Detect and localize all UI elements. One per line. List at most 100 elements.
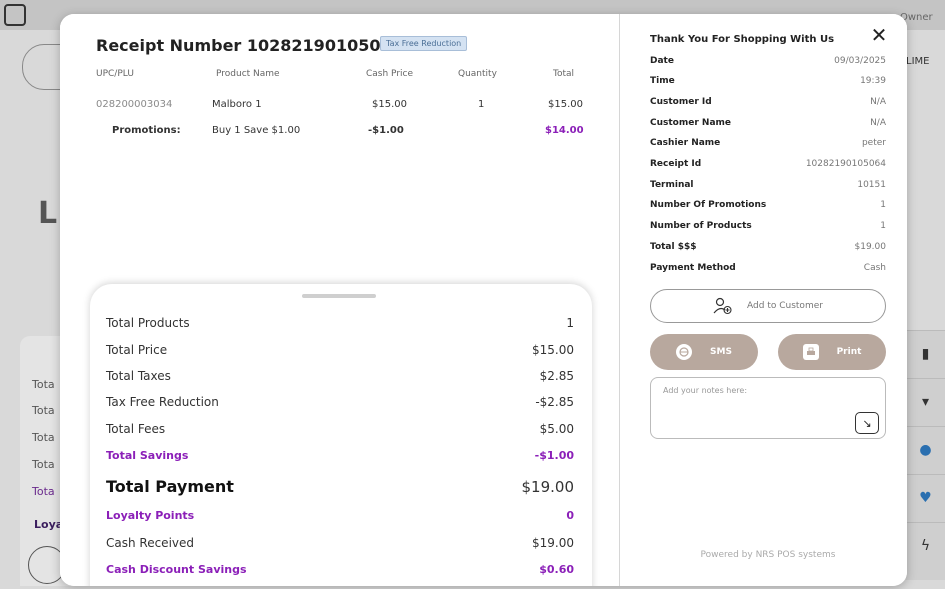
sms-button[interactable]: SMS bbox=[650, 334, 758, 370]
detail-label: Receipt Id bbox=[650, 159, 702, 169]
summary-value: -$2.85 bbox=[535, 395, 574, 409]
send-arrow-icon[interactable]: ↘ bbox=[855, 412, 879, 434]
promotions-label: Promotions: bbox=[112, 125, 181, 136]
detail-value: 19:39 bbox=[860, 76, 886, 86]
item-name: Malboro 1 bbox=[212, 99, 262, 110]
receipt-modal: Receipt Number 10282190105064 Tax Free R… bbox=[60, 14, 907, 586]
detail-cashier-name: Cashier Name peter bbox=[650, 138, 886, 148]
detail-time: Time 19:39 bbox=[650, 76, 886, 86]
add-user-icon bbox=[713, 297, 732, 315]
detail-receipt-id: Receipt Id 10282190105064 bbox=[650, 159, 886, 169]
receipt-details-pane: ✕ Thank You For Shopping With Us Date 09/… bbox=[619, 14, 907, 586]
column-header-quantity: Quantity bbox=[458, 69, 497, 79]
home-icon bbox=[4, 4, 26, 26]
detail-label: Payment Method bbox=[650, 263, 736, 273]
summary-loyalty-points: Loyalty Points 0 bbox=[106, 509, 574, 522]
summary-total-taxes: Total Taxes $2.85 bbox=[106, 369, 574, 383]
item-total: $15.00 bbox=[548, 99, 583, 110]
summary-label: Tax Free Reduction bbox=[106, 395, 219, 409]
summary-label: Total Taxes bbox=[106, 369, 171, 383]
notes-input[interactable] bbox=[651, 378, 885, 438]
promotion-discount: -$1.00 bbox=[368, 125, 404, 136]
detail-label: Time bbox=[650, 76, 675, 86]
summary-value: $19.00 bbox=[532, 536, 574, 550]
summary-total-fees: Total Fees $5.00 bbox=[106, 422, 574, 436]
sms-label: SMS bbox=[710, 347, 732, 357]
detail-value: 10282190105064 bbox=[805, 159, 886, 169]
background-total-label: Tota bbox=[32, 485, 55, 498]
print-button[interactable]: Print bbox=[778, 334, 886, 370]
tax-free-badge: Tax Free Reduction bbox=[380, 36, 468, 51]
detail-customer-id: Customer Id N/A bbox=[650, 97, 886, 107]
item-quantity: 1 bbox=[478, 99, 485, 110]
summary-value: $5.00 bbox=[539, 422, 574, 436]
detail-label: Cashier Name bbox=[650, 138, 721, 148]
globe-icon bbox=[676, 344, 693, 360]
detail-value: 1 bbox=[880, 200, 886, 210]
item-price: $15.00 bbox=[372, 99, 407, 110]
summary-label: Loyalty Points bbox=[106, 509, 195, 522]
detail-label: Number Of Promotions bbox=[650, 200, 767, 210]
background-loyalty-label: Loya bbox=[34, 518, 64, 531]
background-total-label: Tota bbox=[32, 458, 55, 471]
summary-cash-discount-savings: Cash Discount Savings $0.60 bbox=[106, 563, 574, 576]
summary-value: $0.60 bbox=[539, 563, 574, 576]
background-total-label: Tota bbox=[32, 378, 55, 391]
detail-label: Total $$$ bbox=[650, 242, 697, 252]
summary-value: 1 bbox=[566, 316, 574, 330]
promotion-name: Buy 1 Save $1.00 bbox=[212, 125, 301, 136]
powered-by-footer: Powered by NRS POS systems bbox=[700, 550, 836, 560]
detail-label: Customer Id bbox=[650, 97, 712, 107]
summary-total-savings: Total Savings -$1.00 bbox=[106, 449, 574, 462]
summary-label: Cash Received bbox=[106, 536, 195, 550]
detail-value: 10151 bbox=[857, 180, 886, 190]
summary-tax-free-reduction: Tax Free Reduction -$2.85 bbox=[106, 395, 574, 409]
close-icon[interactable]: ✕ bbox=[868, 24, 890, 46]
receipt-items-pane: Receipt Number 10282190105064 Tax Free R… bbox=[60, 14, 619, 586]
summary-label: Total Price bbox=[106, 343, 168, 357]
receipt-title: Receipt Number 10282190105064 bbox=[96, 36, 403, 55]
column-header-total: Total bbox=[553, 69, 575, 79]
background-total-label: Tota bbox=[32, 404, 55, 417]
summary-value: 0 bbox=[566, 509, 574, 522]
add-to-customer-label: Add to Customer bbox=[747, 301, 823, 311]
detail-label: Customer Name bbox=[650, 118, 731, 128]
summary-value: $15.00 bbox=[532, 343, 574, 357]
summary-total-products: Total Products 1 bbox=[106, 316, 574, 330]
add-to-customer-button[interactable]: Add to Customer bbox=[650, 289, 886, 323]
detail-number-of-promotions: Number Of Promotions 1 bbox=[650, 200, 886, 210]
detail-payment-method: Payment Method Cash bbox=[650, 263, 886, 273]
print-label: Print bbox=[836, 347, 862, 357]
summary-label: Total Fees bbox=[106, 422, 166, 436]
summary-cash-received: Cash Received $19.00 bbox=[106, 536, 574, 550]
summary-value: $2.85 bbox=[539, 369, 574, 383]
summary-label: Cash Discount Savings bbox=[106, 563, 247, 576]
detail-label: Number of Products bbox=[650, 221, 752, 231]
detail-value: Cash bbox=[863, 263, 886, 273]
background-bolt-icon: ϟ bbox=[906, 522, 945, 568]
detail-value: 09/03/2025 bbox=[834, 56, 886, 66]
column-header-product: Product Name bbox=[216, 69, 280, 79]
sheet-drag-handle[interactable] bbox=[302, 294, 376, 298]
background-heading-fragment: L bbox=[38, 196, 58, 231]
detail-date: Date 09/03/2025 bbox=[650, 56, 886, 66]
detail-value: 1 bbox=[880, 221, 886, 231]
detail-value: N/A bbox=[870, 97, 886, 107]
printer-icon bbox=[802, 344, 819, 360]
summary-label: Total Payment bbox=[106, 477, 234, 496]
summary-value: -$1.00 bbox=[534, 449, 574, 462]
background-book-icon: ▮ bbox=[906, 330, 945, 376]
background-badge-icon: ● bbox=[906, 426, 945, 472]
summary-label: Total Savings bbox=[106, 449, 189, 462]
column-header-upc: UPC/PLU bbox=[96, 69, 134, 79]
detail-customer-name: Customer Name N/A bbox=[650, 118, 886, 128]
detail-total: Total $$$ $19.00 bbox=[650, 242, 886, 252]
background-total-label: Tota bbox=[32, 431, 55, 444]
notes-box: ↘ bbox=[650, 377, 886, 439]
background-lime-label: LIME bbox=[906, 56, 930, 67]
promotion-total: $14.00 bbox=[545, 125, 584, 136]
column-header-cash-price: Cash Price bbox=[366, 69, 414, 79]
summary-total-payment: Total Payment $19.00 bbox=[106, 477, 574, 496]
detail-value: $19.00 bbox=[854, 242, 887, 252]
item-upc: 028200003034 bbox=[96, 99, 173, 110]
